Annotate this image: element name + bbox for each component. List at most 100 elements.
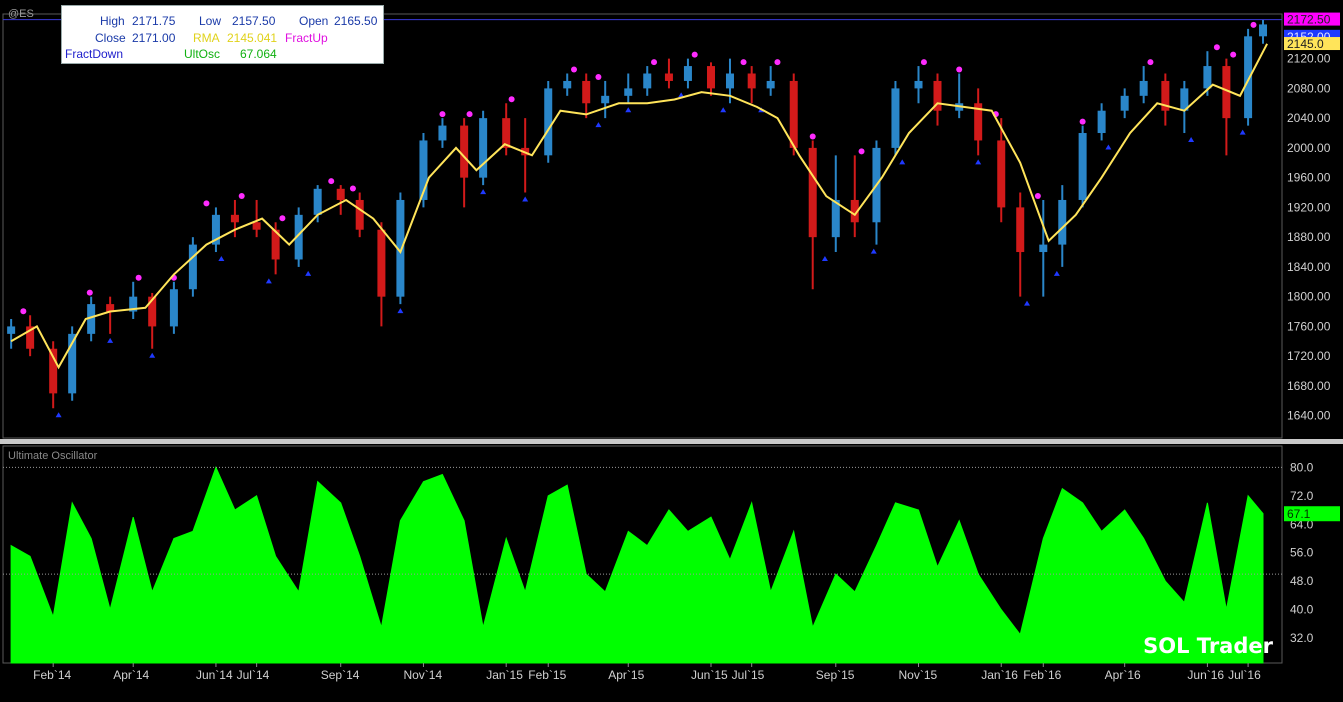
fractal-up-marker [279,215,286,222]
price-bar-body [1039,244,1048,253]
high-label: High [100,14,125,28]
price-bar-body [336,188,345,200]
price-y-tick-label: 1920.00 [1287,200,1331,214]
fractal-down-marker [265,278,272,284]
price-y-tick-label: 2000.00 [1287,141,1331,155]
fractal-up-marker [571,66,578,73]
x-tick-label: Apr`14 [113,668,149,682]
fractal-up-marker [858,148,865,155]
x-tick-label: Jun`15 [691,668,728,682]
price-bar-body [7,326,16,334]
data-window: High 2171.75 Low 2157.50 Open 2165.50 Cl… [61,5,384,64]
rma-value: 2145.041 [227,31,278,45]
price-bar-body [479,118,488,178]
price-pane-frame [2,13,1283,439]
open-value: 2165.50 [334,14,378,28]
price-bar-body [1244,36,1253,119]
oscillator-pane-title: Ultimate Oscillator [8,450,98,462]
fractal-down-marker [595,122,602,128]
fractal-down-marker [218,256,225,262]
price-bar-body [664,73,673,81]
fractal-down-marker [480,189,487,195]
price-bar-body [725,73,734,89]
price-bar-body [1259,24,1268,37]
x-tick-label: Jan`16 [981,668,1018,682]
price-y-tick-label: 1800.00 [1287,290,1331,304]
fractal-up-marker [1034,192,1041,199]
fractdown-label: FractDown [65,47,124,61]
price-y-tick-label: 1720.00 [1287,349,1331,363]
price-bar-body [355,199,364,230]
rma-line [10,43,1268,370]
price-bar-body [808,147,817,238]
x-tick-label: Feb`14 [33,668,71,682]
price-bar-body [502,118,511,148]
price-bar-body [438,125,447,141]
x-tick-label: Nov`14 [403,668,442,682]
oscillator-value-tag-label: 67.1 [1287,507,1311,521]
fractal-up-marker [508,96,515,103]
fractal-down-marker [1024,300,1031,306]
fractal-down-marker [397,308,404,314]
price-y-tick-label: 1840.00 [1287,260,1331,274]
price-bar-body [1120,95,1129,111]
fractal-up-marker [328,178,335,185]
price-y-tick-label: 1960.00 [1287,171,1331,185]
fractal-up-marker [203,200,210,207]
price-bar-body [313,188,322,215]
price-bar-body [914,80,923,89]
chart-canvas[interactable]: 1640.00 1680.00 1720.00 1760.00 1800.00 1840.… [0,0,1343,697]
price-bar-body [1078,133,1087,200]
fractal-up-marker [439,111,446,118]
fractal-up-marker [774,59,781,66]
low-label: Low [199,14,222,28]
price-bar-body [377,229,386,297]
oscillator-y-tick-label: 56.0 [1290,546,1314,560]
price-y-tick-label: 1760.00 [1287,319,1331,333]
last-price-tag-label: 2172.50 [1287,13,1331,27]
watermark: SOL Trader [1143,634,1273,658]
fractal-up-marker [1079,118,1086,125]
price-bar-body [891,88,900,148]
fractal-up-marker [1250,21,1257,28]
close-value: 2171.00 [132,31,176,45]
fractal-down-marker [1239,129,1246,135]
symbol-label: @ES [8,8,34,20]
price-bar-body [683,66,692,81]
fractal-up-marker [135,274,142,281]
price-bar-body [997,140,1006,208]
rma-label: RMA [193,31,220,45]
x-tick-label: Jun`16 [1187,668,1224,682]
fractal-down-marker [1188,137,1195,143]
fractal-up-marker [349,185,356,192]
fractal-down-marker [1053,270,1060,276]
oscillator-y-tick-label: 72.0 [1290,489,1314,503]
fractal-down-marker [149,352,156,358]
price-bar-body [706,66,715,89]
x-tick-label: Nov`15 [899,668,938,682]
fractal-up-marker [595,73,602,80]
price-bar-body [766,80,775,89]
fractal-up-marker [956,66,963,73]
fractal-up-marker [691,51,698,58]
fractal-down-marker [55,412,62,418]
price-bar-body [1203,66,1212,89]
x-tick-label: Jun`14 [196,668,233,682]
x-tick-label: Sep`15 [816,668,855,682]
x-tick-label: Feb`16 [1023,668,1061,682]
price-bar-body [624,88,633,96]
close-label: Close [95,31,126,45]
price-bar-body [1139,80,1148,96]
price-bar-body [643,73,652,89]
open-label: Open [299,14,329,28]
fractal-up-marker [238,192,245,199]
fractal-down-marker [870,248,877,254]
oscillator-area [10,465,1264,664]
price-bar-body [601,95,610,104]
price-y-tick-label: 1640.00 [1287,409,1331,423]
price-y-tick-label: 2080.00 [1287,81,1331,95]
x-tick-label: Apr`16 [1105,668,1141,682]
fractal-down-marker [821,256,828,262]
x-tick-label: Jul`16 [1228,668,1261,682]
x-tick-label: Apr`15 [608,668,644,682]
